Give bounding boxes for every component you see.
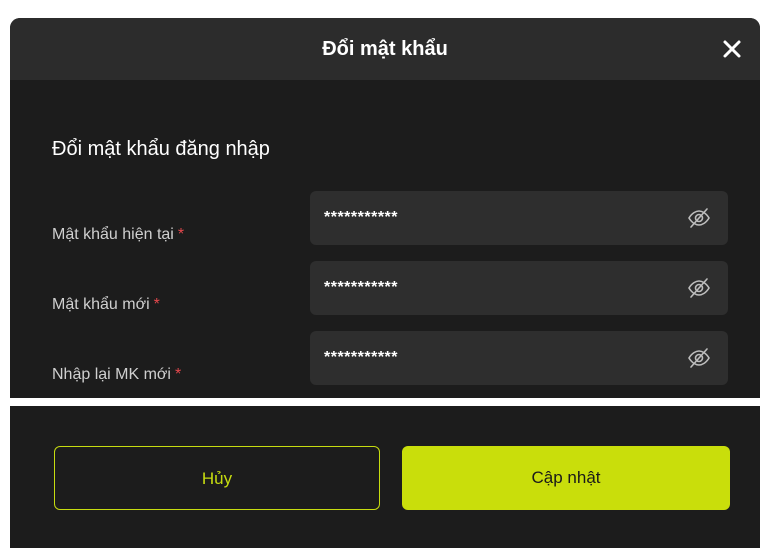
current-password-input[interactable] (324, 191, 664, 245)
close-icon (723, 40, 741, 58)
dialog-footer: Hủy Cập nhật (10, 406, 760, 548)
dialog-header: Đổi mật khẩu (10, 18, 760, 80)
cancel-button[interactable]: Hủy (54, 446, 380, 510)
new-password-label: Mật khẩu mới * (52, 296, 160, 314)
section-title: Đổi mật khẩu đăng nhập (52, 138, 270, 160)
required-mark: * (174, 366, 182, 383)
eye-off-icon (688, 278, 710, 298)
close-button[interactable] (718, 35, 746, 63)
toggle-visibility-button[interactable] (686, 345, 712, 371)
change-password-dialog: Đổi mật khẩu Đổi mật khẩu đăng nhập Mật … (10, 18, 760, 398)
update-button[interactable]: Cập nhật (402, 446, 730, 510)
dialog-title: Đổi mật khẩu (322, 38, 448, 60)
new-password-label-text: Mật khẩu mới (52, 296, 150, 313)
confirm-password-label: Nhập lại MK mới * (52, 366, 181, 384)
current-password-field (310, 191, 728, 245)
new-password-field (310, 261, 728, 315)
confirm-password-input[interactable] (324, 331, 664, 385)
toggle-visibility-button[interactable] (686, 275, 712, 301)
required-mark: * (153, 296, 160, 313)
current-password-label-text: Mật khẩu hiện tại (52, 226, 174, 243)
confirm-password-field (310, 331, 728, 385)
eye-off-icon (688, 348, 710, 368)
new-password-input[interactable] (324, 261, 664, 315)
toggle-visibility-button[interactable] (686, 205, 712, 231)
current-password-label: Mật khẩu hiện tại * (52, 226, 184, 244)
confirm-password-label-text: Nhập lại MK mới (52, 366, 171, 383)
eye-off-icon (688, 208, 710, 228)
required-mark: * (177, 226, 185, 243)
